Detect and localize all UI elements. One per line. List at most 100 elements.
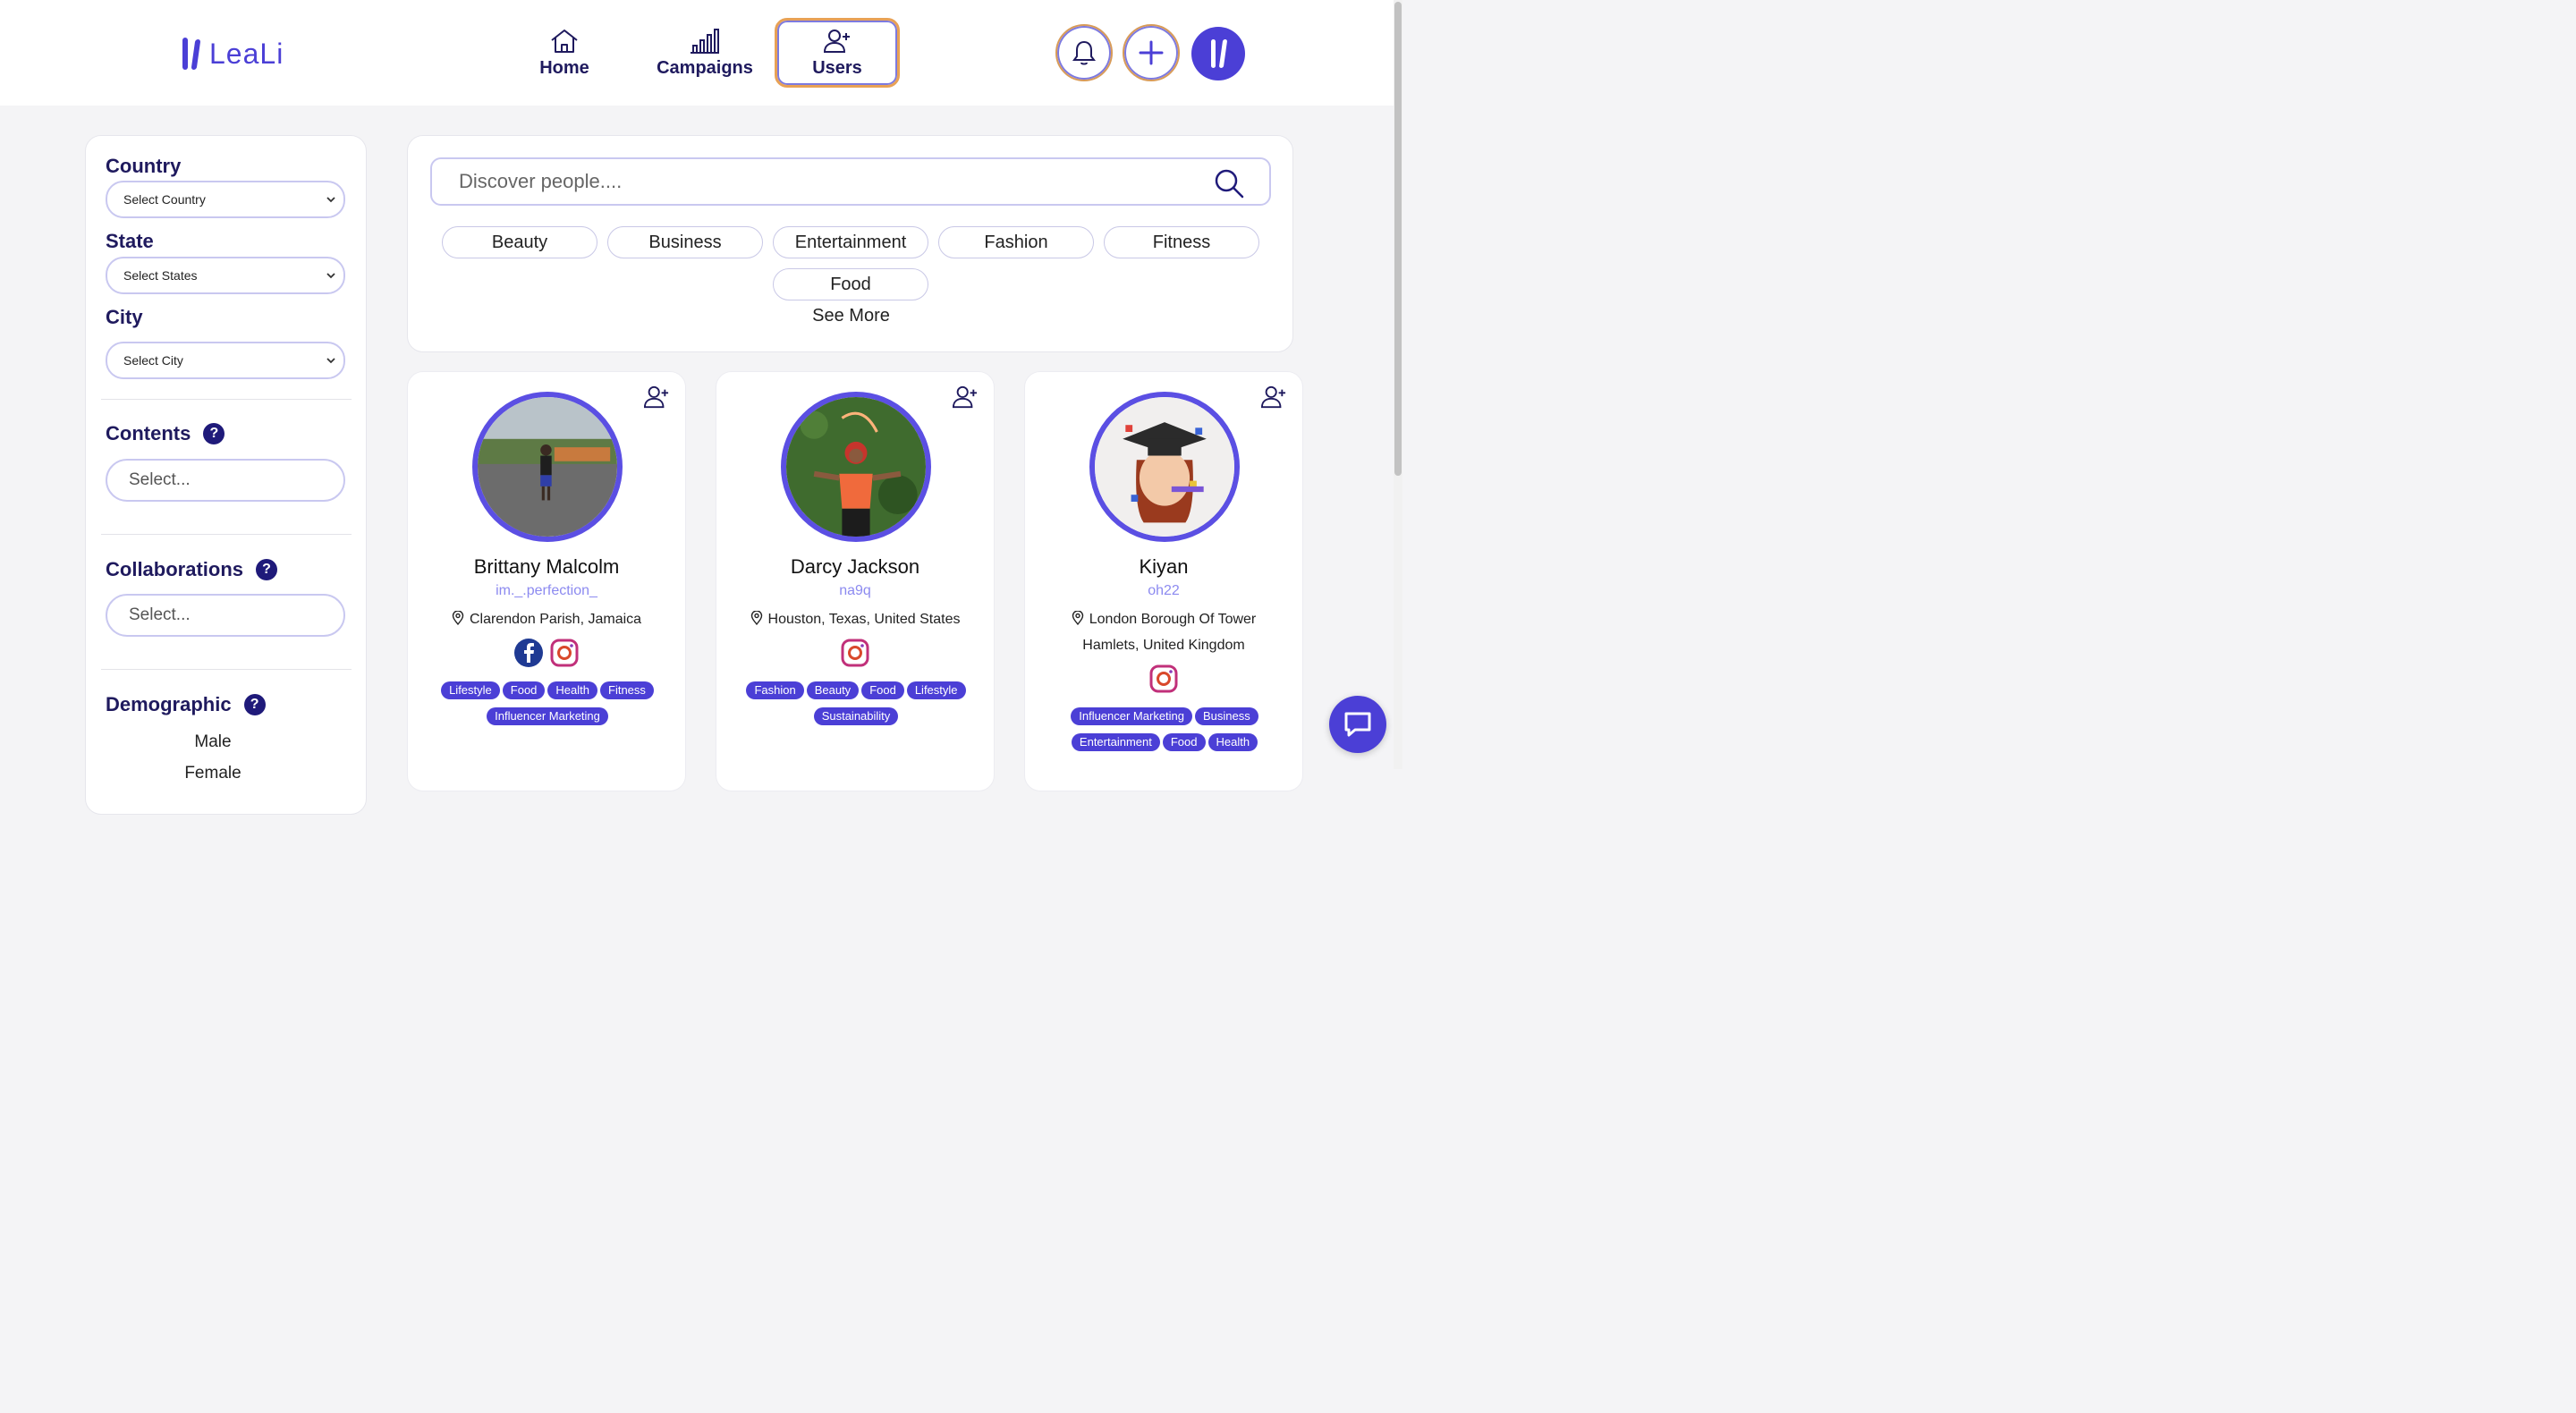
avatar-photo [1095, 397, 1234, 537]
page-scrollbar[interactable] [1394, 0, 1402, 769]
divider [101, 534, 352, 535]
app-logo[interactable]: LeaLi [182, 36, 284, 72]
country-label-text: Country [106, 155, 182, 177]
tag[interactable]: Fashion [746, 681, 804, 699]
user-tags: Fashion Beauty Food Lifestyle Sustainabi… [729, 681, 983, 725]
location-pin-icon [1072, 611, 1083, 625]
social-links [408, 638, 685, 668]
instagram-icon[interactable] [840, 638, 870, 668]
search-icon[interactable] [1214, 168, 1244, 199]
instagram-icon[interactable] [549, 638, 580, 668]
logo-text: LeaLi [209, 37, 284, 70]
follow-user-icon[interactable] [1259, 385, 1288, 410]
tag[interactable]: Influencer Marketing [1071, 707, 1193, 725]
state-select-value: Select States [123, 268, 198, 283]
user-avatar[interactable] [472, 392, 623, 542]
user-handle[interactable]: im._.perfection_ [408, 583, 685, 599]
instagram-icon[interactable] [1148, 664, 1179, 694]
demographic-option-male[interactable]: Male [86, 732, 340, 752]
city-select-value: Select City [123, 353, 183, 368]
user-avatar[interactable] [1089, 392, 1240, 542]
user-location-text: Clarendon Parish, Jamaica [469, 612, 642, 627]
nav-home[interactable]: Home [524, 18, 605, 88]
user-handle[interactable]: na9q [716, 583, 994, 599]
tag[interactable]: Sustainability [813, 707, 899, 725]
nav-home-label: Home [539, 57, 589, 78]
chevron-down-icon [326, 358, 335, 364]
category-chip[interactable]: Fitness [1104, 226, 1259, 258]
user-card[interactable]: Brittany Malcolm im._.perfection_ Claren… [407, 371, 686, 791]
avatar-photo [786, 397, 926, 537]
demographic-label: Demographic ? [106, 693, 266, 716]
user-location-text: London Borough Of Tower Hamlets, United … [1082, 612, 1257, 653]
bar-chart-icon [691, 28, 719, 54]
tag[interactable]: Lifestyle [906, 681, 966, 699]
divider [101, 399, 352, 400]
user-name[interactable]: Darcy Jackson [716, 555, 994, 579]
tag[interactable]: Influencer Marketing [487, 707, 608, 725]
city-label: City [106, 306, 143, 329]
user-avatar[interactable] [781, 392, 931, 542]
tag[interactable]: Food [861, 681, 904, 699]
country-select[interactable]: Select Country [106, 181, 345, 218]
chat-bubble-icon [1344, 712, 1371, 737]
plus-icon [1139, 40, 1164, 65]
state-select[interactable]: Select States [106, 257, 345, 294]
user-card[interactable]: Kiyan oh22 London Borough Of Tower Hamle… [1024, 371, 1303, 791]
social-links [1025, 664, 1302, 694]
chat-widget-button[interactable] [1329, 696, 1386, 753]
discover-search-input[interactable]: Discover people.... [430, 157, 1271, 206]
tag[interactable]: Food [1162, 733, 1206, 751]
bell-icon [1072, 40, 1096, 65]
top-header: LeaLi Home Campaigns Users [0, 0, 1394, 106]
state-label: State [106, 230, 154, 253]
logo-mark-icon [1211, 39, 1228, 68]
tag[interactable]: Fitness [600, 681, 654, 699]
contents-select[interactable]: Select... [106, 459, 345, 502]
tag[interactable]: Business [1195, 707, 1258, 725]
notifications-button[interactable] [1055, 24, 1113, 81]
user-name[interactable]: Brittany Malcolm [408, 555, 685, 579]
contents-label: Contents ? [106, 422, 225, 445]
collaborations-select[interactable]: Select... [106, 594, 345, 637]
see-more-link[interactable]: See More [408, 306, 1294, 326]
city-select[interactable]: Select City [106, 342, 345, 379]
demographic-option-female[interactable]: Female [86, 764, 340, 783]
chevron-down-icon [326, 273, 335, 279]
category-chip[interactable]: Fashion [938, 226, 1094, 258]
help-icon[interactable]: ? [243, 694, 266, 715]
category-chip[interactable]: Beauty [442, 226, 597, 258]
avatar-photo [478, 397, 617, 537]
profile-avatar[interactable] [1191, 27, 1245, 80]
discover-panel: Discover people.... Beauty Business Ente… [407, 135, 1293, 352]
user-card[interactable]: Darcy Jackson na9q Houston, Texas, Unite… [716, 371, 995, 791]
category-chip[interactable]: Food [773, 268, 928, 300]
facebook-icon[interactable] [513, 638, 544, 668]
category-chip[interactable]: Business [607, 226, 763, 258]
user-handle[interactable]: oh22 [1025, 583, 1302, 599]
user-location: London Borough Of Tower Hamlets, United … [1025, 606, 1302, 658]
tag[interactable]: Entertainment [1071, 733, 1160, 751]
follow-user-icon[interactable] [951, 385, 979, 410]
tag[interactable]: Lifestyle [441, 681, 500, 699]
tag[interactable]: Health [1208, 733, 1258, 751]
scrollbar-thumb[interactable] [1394, 2, 1402, 476]
user-name[interactable]: Kiyan [1025, 555, 1302, 579]
help-icon[interactable]: ? [203, 423, 225, 444]
country-select-value: Select Country [123, 192, 206, 207]
nav-users[interactable]: Users [775, 18, 900, 88]
tag[interactable]: Food [502, 681, 546, 699]
nav-users-label: Users [812, 57, 862, 78]
tag[interactable]: Health [547, 681, 597, 699]
tag[interactable]: Beauty [806, 681, 860, 699]
filters-sidebar: Country Select Country State Select Stat… [85, 135, 367, 815]
create-button[interactable] [1123, 24, 1180, 81]
category-chip[interactable]: Entertainment [773, 226, 928, 258]
user-location: Clarendon Parish, Jamaica [408, 606, 685, 632]
follow-user-icon[interactable] [642, 385, 671, 410]
divider [101, 669, 352, 670]
help-icon[interactable]: ? [256, 559, 278, 580]
nav-campaigns[interactable]: Campaigns [655, 18, 755, 88]
state-label-text: State [106, 230, 154, 252]
user-tags: Lifestyle Food Health Fitness Influencer… [420, 681, 674, 725]
